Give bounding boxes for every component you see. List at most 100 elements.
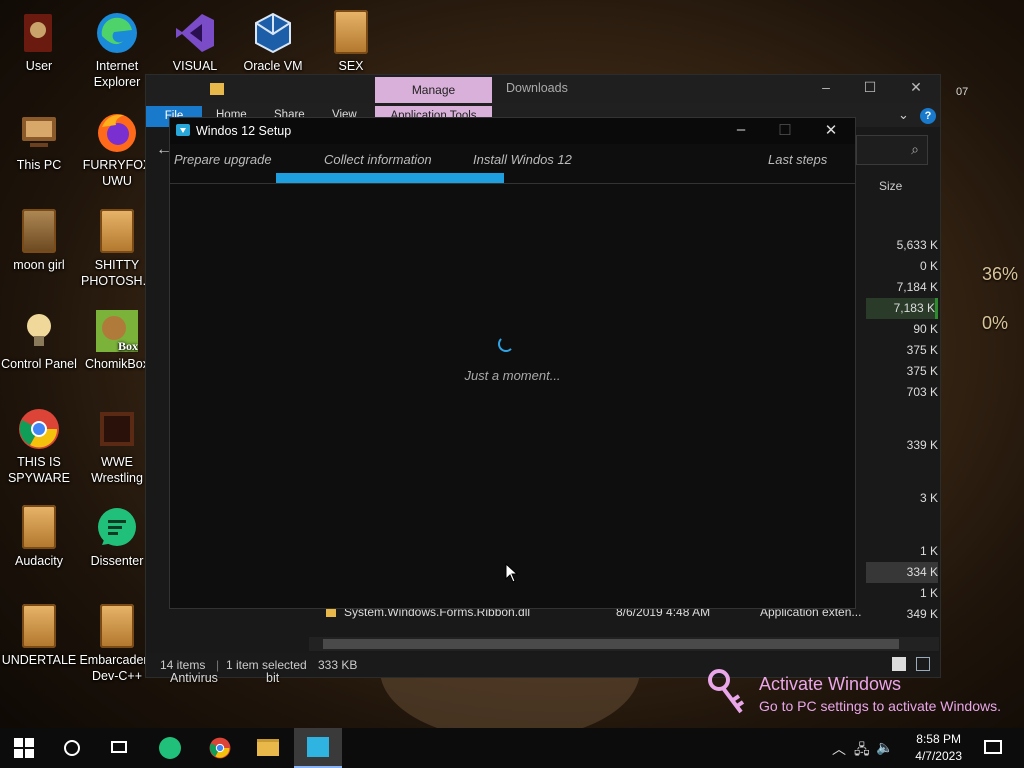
firefox-icon: [98, 114, 136, 152]
notification-icon[interactable]: [984, 740, 1002, 754]
size-cell: 1 K: [919, 544, 938, 558]
key-icon: [708, 669, 745, 714]
behind-label-bit: bit: [266, 671, 280, 685]
size-cell: 7,183 K: [866, 298, 938, 319]
taskbar-dissenter[interactable]: [146, 728, 194, 768]
size-cell: 375 K: [906, 343, 938, 357]
size-cell: 703 K: [906, 385, 938, 399]
icon-label: VISUAL: [172, 59, 218, 73]
column-header-size[interactable]: Size: [879, 179, 902, 193]
size-cell: 0 K: [919, 259, 938, 273]
minimize-icon[interactable]: –: [718, 121, 764, 138]
behind-label-07: 07: [956, 86, 969, 98]
icon-label: Oracle VM: [243, 59, 303, 73]
divider: |: [216, 658, 220, 672]
size-cell: 339 K: [906, 438, 938, 452]
task-view-icon: [111, 741, 127, 753]
step-install: Install Windos 12: [473, 152, 572, 167]
activate-windows-watermark: Activate Windows Go to PC settings to ac…: [707, 668, 1024, 720]
close-icon[interactable]: ✕: [896, 79, 936, 96]
chomikbox-icon: Box: [96, 310, 138, 353]
size-cell: 7,184 K: [896, 280, 938, 294]
setup-progress-bar: [170, 173, 855, 184]
size-column: 5,633 K 0 K 7,184 K 7,183 K 90 K 375 K 3…: [866, 235, 938, 625]
activate-windows-subtitle: Go to PC settings to activate Windows.: [759, 698, 1001, 714]
setup-titlebar[interactable]: Windos 12 Setup – ☐ ✕: [170, 118, 855, 144]
chevron-up-icon[interactable]: ︿: [832, 739, 846, 759]
step-prepare-upgrade: Prepare upgrade: [174, 152, 272, 167]
document-icon: [22, 505, 56, 549]
desktop-icon-this-pc[interactable]: This PC: [0, 103, 78, 195]
behind-label-antivirus: Antivirus: [170, 671, 218, 685]
taskbar-clock[interactable]: 8:58 PM 4/7/2023: [915, 731, 962, 765]
maximize-icon[interactable]: ☐: [762, 121, 808, 139]
desktop-icon-undertale[interactable]: UNDERTALE: [0, 598, 78, 690]
minimize-icon[interactable]: –: [806, 79, 846, 95]
taskbar-file-explorer[interactable]: [244, 728, 292, 768]
setup-download-icon: [176, 124, 190, 136]
activate-windows-title: Activate Windows: [759, 674, 902, 694]
desktop-icon-moon-girl[interactable]: moon girl: [0, 203, 78, 295]
help-icon[interactable]: ?: [920, 108, 936, 124]
search-circle-icon: [64, 740, 80, 756]
taskbar-chrome[interactable]: [196, 728, 244, 768]
mouse-cursor-icon: [505, 563, 519, 583]
size-cell: 5,633 K: [896, 238, 938, 252]
setup-title: Windos 12 Setup: [196, 124, 292, 138]
moon-girl-icon: [22, 209, 56, 253]
edge-icon: [97, 13, 137, 53]
visual-studio-icon: [176, 14, 214, 52]
scrollbar-thumb[interactable]: [323, 639, 899, 649]
search-button[interactable]: [48, 728, 96, 768]
setup-dialog[interactable]: Windos 12 Setup – ☐ ✕ Prepare upgrade Co…: [169, 117, 856, 609]
icon-label: THIS IS SPYWARE: [7, 455, 71, 485]
document-icon: [334, 10, 368, 54]
icon-label: Audacity: [15, 554, 63, 568]
virtualbox-icon: [255, 12, 291, 54]
task-view-button[interactable]: [96, 728, 144, 768]
search-icon: ⌕: [911, 141, 919, 157]
desktop-icon-control-panel[interactable]: Control Panel: [0, 302, 78, 394]
setup-steps: Prepare upgrade Collect information Inst…: [170, 144, 855, 174]
desktop-icon-user[interactable]: User: [0, 4, 78, 96]
setup-download-icon: [307, 737, 329, 757]
size-cell: 90 K: [913, 322, 938, 336]
icon-label: This PC: [16, 158, 62, 172]
window-title: Downloads: [506, 81, 568, 95]
chrome-icon: [209, 737, 231, 759]
this-pc-icon: [22, 117, 56, 147]
progress-fill: [276, 173, 504, 183]
taskbar: ︿ 🖧 🔈 8:58 PM 4/7/2023: [0, 728, 1024, 768]
taskbar-setup[interactable]: [294, 728, 342, 768]
horizontal-scrollbar[interactable]: [309, 637, 939, 651]
folder-icon: [257, 739, 279, 756]
desktop-icon-audacity[interactable]: Audacity: [0, 499, 78, 591]
meter-percent-2: 0%: [982, 313, 1009, 333]
step-last-steps: Last steps: [768, 152, 828, 167]
explorer-titlebar[interactable]: Manage Downloads – ☐ ✕: [146, 75, 940, 103]
clock-date: 4/7/2023: [915, 749, 962, 763]
volume-muted-icon[interactable]: 🔈: [876, 739, 893, 756]
icon-label: UNDERTALE: [1, 653, 77, 667]
close-icon[interactable]: ✕: [808, 121, 854, 139]
user-folder-icon: [24, 14, 52, 52]
desktop-icon-chrome[interactable]: THIS IS SPYWARE: [0, 400, 78, 492]
meter-percent: 36%: [982, 264, 1019, 284]
search-input[interactable]: ⌕: [856, 135, 928, 165]
loading-spinner-icon: [498, 336, 514, 352]
item-count: 14 items: [160, 658, 206, 672]
chrome-icon: [19, 409, 59, 449]
maximize-icon[interactable]: ☐: [850, 79, 890, 96]
lightbulb-icon: [27, 314, 51, 346]
dissenter-icon: [98, 508, 136, 546]
manage-context-tab[interactable]: Manage: [375, 77, 492, 103]
dissenter-icon: [159, 737, 181, 759]
icon-label: User: [25, 59, 53, 73]
size-cell: 334 K: [866, 562, 938, 583]
icon-label: SEX: [338, 59, 364, 73]
chevron-down-icon[interactable]: ⌄: [898, 107, 909, 123]
clock-time: 8:58 PM: [916, 732, 961, 746]
start-button[interactable]: [0, 728, 48, 768]
network-icon[interactable]: 🖧: [854, 739, 870, 763]
size-cell: 1 K: [919, 586, 938, 600]
